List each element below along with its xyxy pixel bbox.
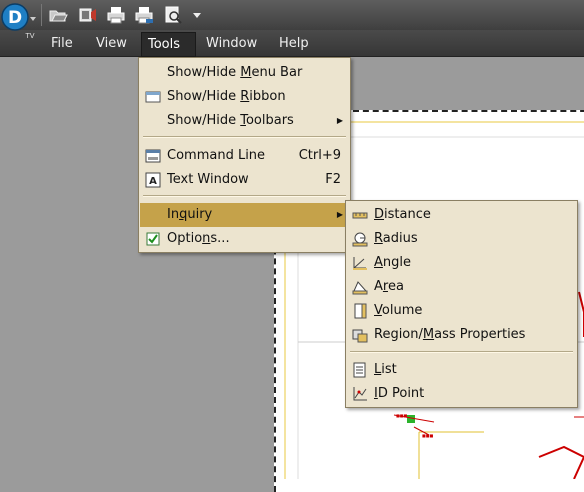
menu-item-label: Angle bbox=[374, 255, 412, 270]
shortcut-label: F2 bbox=[325, 172, 341, 187]
svg-text:A: A bbox=[149, 176, 157, 187]
inquiry-submenu: Distance Radius Angle Area Volume Region… bbox=[345, 200, 578, 408]
menu-item-text-window[interactable]: A Text Window F2 bbox=[140, 168, 349, 192]
menu-item-volume[interactable]: Volume bbox=[347, 299, 576, 323]
angle-icon bbox=[352, 255, 368, 271]
menu-item-label: Volume bbox=[374, 303, 423, 318]
menu-bar: File View Tools Window Help bbox=[0, 30, 584, 57]
menu-item-area[interactable]: Area bbox=[347, 275, 576, 299]
quick-access-toolbar: D TV bbox=[0, 0, 584, 40]
menu-help[interactable]: Help bbox=[273, 34, 315, 54]
menu-item-label: Radius bbox=[374, 231, 418, 246]
menu-item-show-hide-ribbon[interactable]: Show/Hide Ribbon bbox=[140, 85, 349, 109]
menu-item-label: Distance bbox=[374, 207, 431, 222]
menu-item-label: Text Window bbox=[167, 172, 249, 187]
menu-file[interactable]: File bbox=[45, 34, 79, 54]
text-window-icon: A bbox=[145, 172, 161, 188]
print-icon[interactable] bbox=[106, 5, 126, 25]
menu-item-label: Show/Hide Ribbon bbox=[167, 89, 286, 104]
distance-icon bbox=[352, 207, 368, 223]
menu-item-label: Options... bbox=[167, 231, 230, 246]
shortcut-label: Ctrl+9 bbox=[298, 148, 341, 163]
menu-item-label: Show/Hide Toolbars bbox=[167, 113, 294, 128]
app-logo-button[interactable]: D TV bbox=[0, 0, 40, 40]
toolbar-separator bbox=[41, 4, 42, 26]
video-icon[interactable] bbox=[78, 5, 98, 25]
menu-item-label: Command Line bbox=[167, 148, 266, 163]
menu-window[interactable]: Window bbox=[200, 34, 263, 54]
menu-item-show-hide-toolbars[interactable]: Show/Hide Toolbars ▶ bbox=[140, 109, 349, 133]
menu-item-label: Inquiry bbox=[167, 207, 213, 222]
region-mass-icon bbox=[352, 327, 368, 343]
menu-item-radius[interactable]: Radius bbox=[347, 227, 576, 251]
menu-item-label: ID Point bbox=[374, 386, 425, 401]
menu-separator bbox=[350, 351, 573, 353]
menu-item-angle[interactable]: Angle bbox=[347, 251, 576, 275]
tools-menu: Show/Hide Menu Bar Show/Hide Ribbon Show… bbox=[138, 57, 351, 253]
drawing-tag-2: ■■■ bbox=[396, 413, 408, 418]
menu-item-region-mass-properties[interactable]: Region/Mass Properties bbox=[347, 323, 576, 347]
menu-view[interactable]: View bbox=[90, 34, 133, 54]
menu-item-label: List bbox=[374, 362, 397, 377]
ribbon-icon bbox=[145, 89, 161, 105]
radius-icon bbox=[352, 231, 368, 247]
submenu-arrow-icon: ▶ bbox=[336, 116, 343, 125]
menu-item-options[interactable]: Options... bbox=[140, 227, 349, 251]
menu-item-label: Region/Mass Properties bbox=[374, 327, 526, 342]
menu-item-distance[interactable]: Distance bbox=[347, 203, 576, 227]
options-check-icon bbox=[145, 231, 161, 247]
menu-item-label: Show/Hide Menu Bar bbox=[167, 65, 303, 80]
menu-separator bbox=[143, 195, 346, 197]
submenu-arrow-icon: ▶ bbox=[336, 210, 343, 219]
menu-item-id-point[interactable]: ID Point bbox=[347, 382, 576, 406]
menu-tools[interactable]: Tools bbox=[141, 32, 196, 57]
drawing-tag-1: ■■■ bbox=[422, 433, 434, 438]
dropdown-arrow-icon[interactable] bbox=[188, 5, 208, 25]
menu-item-inquiry[interactable]: Inquiry ▶ bbox=[140, 203, 349, 227]
list-icon bbox=[352, 362, 368, 378]
menu-item-show-hide-menu-bar[interactable]: Show/Hide Menu Bar bbox=[140, 61, 349, 85]
zoom-page-icon[interactable] bbox=[163, 5, 183, 25]
logo-badge: TV bbox=[24, 32, 34, 40]
area-icon bbox=[352, 279, 368, 295]
command-line-icon bbox=[145, 148, 161, 164]
logo-letter: D bbox=[8, 8, 22, 28]
menu-item-label: Area bbox=[374, 279, 404, 294]
print-preview-icon[interactable] bbox=[134, 5, 154, 25]
menu-item-command-line[interactable]: Command Line Ctrl+9 bbox=[140, 144, 349, 168]
menu-separator bbox=[143, 136, 346, 138]
menu-item-list[interactable]: List bbox=[347, 358, 576, 382]
volume-icon bbox=[352, 303, 368, 319]
id-point-icon bbox=[352, 386, 368, 402]
open-icon[interactable] bbox=[48, 5, 68, 25]
